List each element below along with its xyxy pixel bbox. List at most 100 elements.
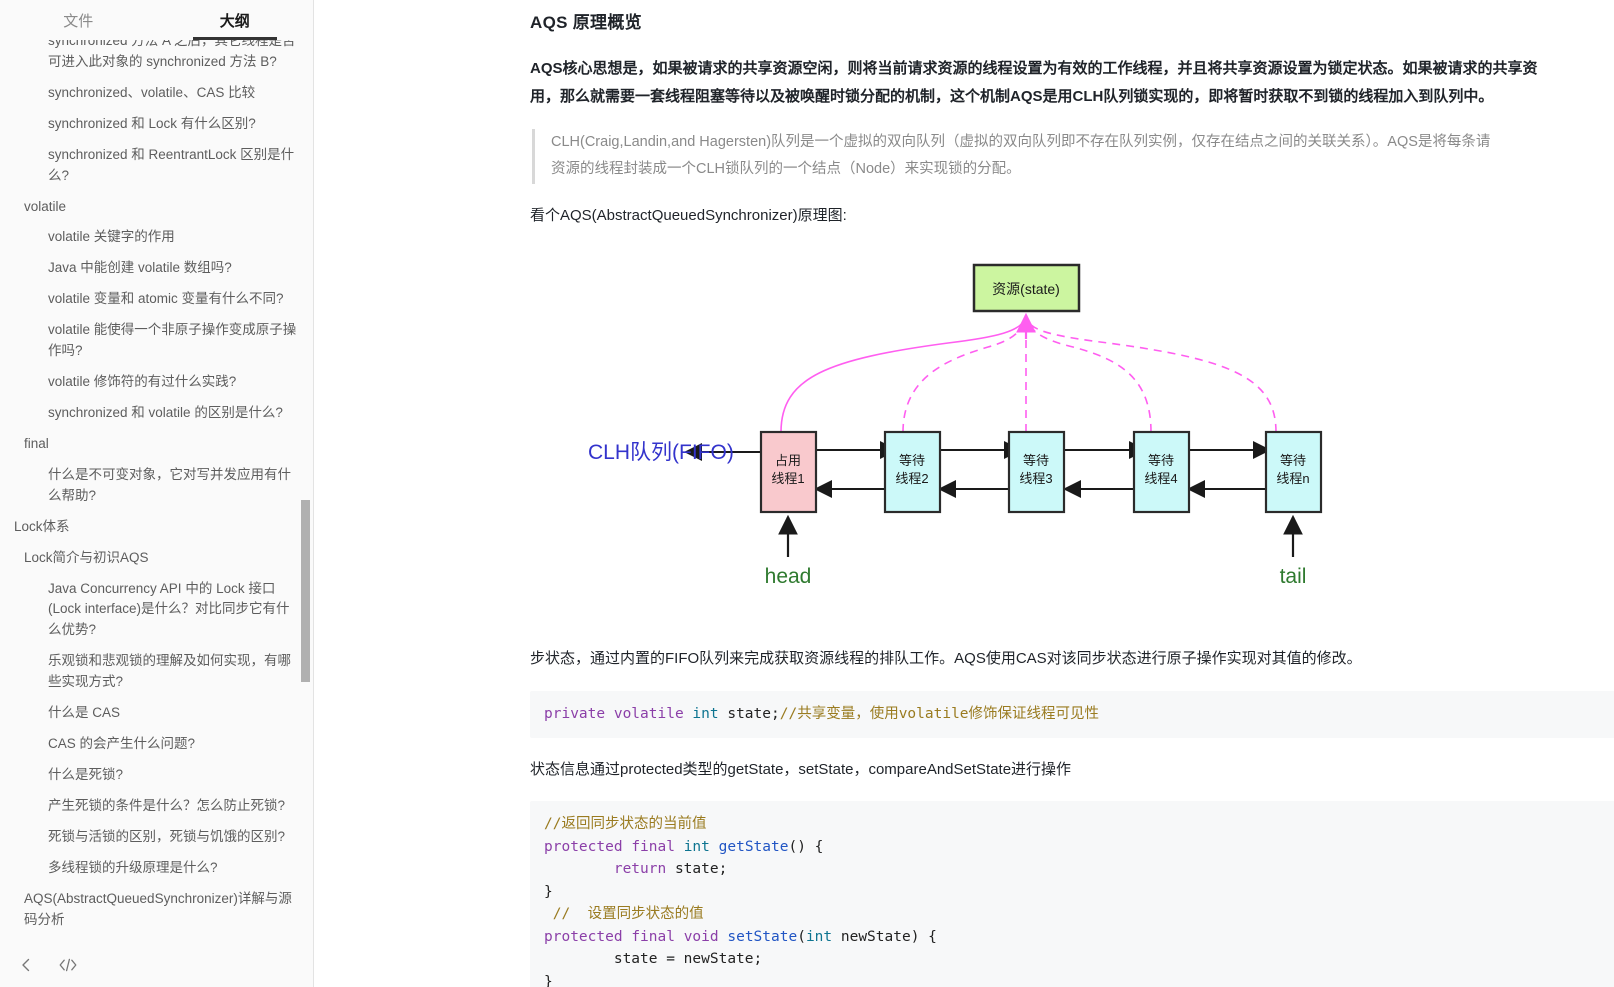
code-token: state = newState; (544, 951, 762, 967)
code-line: state = newState; (544, 948, 1614, 970)
outline-item[interactable]: Java Concurrency API 中的 Lock 接口(Lock int… (14, 574, 299, 647)
outline-item[interactable]: 什么是 CAS (14, 698, 299, 729)
code-token: //返回同步状态的当前值 (544, 816, 706, 832)
document-body: AQS 原理概览 AQS核心思想是，如果被请求的共享资源空闲，则将当前请求资源的… (314, 0, 1614, 987)
outline-item[interactable]: synchronized 方法 A 之后，其它线程是否可进入此对象的 synch… (14, 40, 299, 78)
queue-node-3-line1: 等待 (1023, 453, 1049, 468)
sidebar-tabs: 文件 大纲 (0, 0, 313, 40)
outline-item[interactable]: AQS(AbstractQueuedSynchronizer)详解与源码分析 (14, 884, 299, 936)
code-line: } (544, 971, 1614, 987)
code-line: } (544, 881, 1614, 903)
code-token: void (684, 929, 728, 945)
code-token: int (684, 839, 719, 855)
outline-item[interactable]: 死锁与活锁的区别，死锁与饥饿的区别? (14, 822, 299, 853)
code-token: protected (544, 839, 631, 855)
tab-outline[interactable]: 大纲 (157, 0, 314, 40)
outline-item[interactable]: volatile 关键字的作用 (14, 222, 299, 253)
curve-node4-to-resource (1027, 319, 1151, 432)
page-title: AQS 原理概览 (530, 8, 1614, 33)
outline-item[interactable]: synchronized 和 ReentrantLock 区别是什么? (14, 140, 299, 192)
clh-blockquote: CLH(Craig,Landin,and Hagersten)队列是一个虚拟的双… (532, 129, 1614, 184)
tab-outline-label: 大纲 (220, 10, 250, 31)
tab-files-label: 文件 (63, 10, 93, 31)
queue-node-1-line2: 线程1 (771, 471, 804, 486)
document-reader-window: 文件 大纲 synchronized 方法 A 之后，其它线程是否可进入此对象的… (0, 0, 1614, 987)
aqs-clh-queue-diagram: 资源(state) (528, 247, 1614, 627)
outline-item[interactable]: Java 中能创建 volatile 数组吗? (14, 253, 299, 284)
code-token: ( (797, 929, 806, 945)
outline-sidebar: 文件 大纲 synchronized 方法 A 之后，其它线程是否可进入此对象的… (0, 0, 314, 987)
clh-queue-title: CLH队列(FIFO) (588, 441, 734, 464)
code-token: setState (727, 929, 797, 945)
outline-item[interactable]: 产生死锁的条件是什么？怎么防止死锁? (14, 791, 299, 822)
queue-node-4-line2: 线程4 (1144, 471, 1177, 486)
tab-files[interactable]: 文件 (0, 0, 157, 40)
code-token: final (631, 839, 683, 855)
code-token: () { (788, 839, 823, 855)
outline-item[interactable]: volatile 能使得一个非原子操作变成原子操作吗? (14, 315, 299, 367)
mid-paragraph: 状态信息通过protected类型的getState，setState，comp… (530, 756, 1614, 784)
outline-item[interactable]: 什么是不可变对象，它对写并发应用有什么帮助? (14, 460, 299, 512)
code-line: protected final void setState(int newSta… (544, 926, 1614, 948)
code-token: state; (727, 706, 779, 722)
outline-scroll-area[interactable]: synchronized 方法 A 之后，其它线程是否可进入此对象的 synch… (0, 40, 313, 987)
outline-item[interactable]: volatile (14, 192, 299, 223)
curve-noden-to-resource (1027, 319, 1276, 432)
code-token: newState) { (841, 929, 937, 945)
queue-node-n-line2: 线程n (1276, 471, 1309, 486)
code-token: int (692, 706, 727, 722)
queue-node-3: 等待 线程3 (1009, 432, 1064, 512)
queue-node-2-line1: 等待 (899, 453, 925, 468)
outline-item[interactable]: 多线程锁的升级原理是什么? (14, 853, 299, 884)
code-brackets-icon[interactable] (58, 955, 78, 975)
code-token: volatile (614, 706, 693, 722)
outline-item[interactable]: CAS 的会产生什么问题? (14, 729, 299, 760)
intro-paragraph-line2: 用，那么就需要一套线程阻塞等待以及被唤醒时锁分配的机制，这个机制AQS是用CLH… (530, 83, 1614, 111)
outline-item[interactable]: Lock体系 (14, 512, 299, 543)
code-token: protected (544, 929, 631, 945)
queue-node-1: 占用 线程1 (761, 432, 816, 512)
after-figure-paragraph: 步状态，通过内置的FIFO队列来完成获取资源线程的排队工作。AQS使用CAS对该… (530, 645, 1614, 673)
head-label: head (765, 565, 812, 588)
code-line: protected final int getState() { (544, 836, 1614, 858)
code-block-getstate-setstate[interactable]: //返回同步状态的当前值 protected final int getState… (530, 801, 1614, 987)
sidebar-scrollbar-thumb[interactable] (301, 500, 310, 682)
queue-node-4: 等待 线程4 (1134, 432, 1189, 512)
queue-node-2-line2: 线程2 (895, 471, 928, 486)
document-content[interactable]: AQS 原理概览 AQS核心思想是，如果被请求的共享资源空闲，则将当前请求资源的… (314, 0, 1614, 987)
code-token: } (544, 884, 553, 900)
chevron-left-icon[interactable] (16, 955, 36, 975)
outline-item[interactable]: synchronized、volatile、CAS 比较 (14, 78, 299, 109)
code-token: int (806, 929, 841, 945)
figure-caption: 看个AQS(AbstractQueuedSynchronizer)原理图: (530, 202, 1614, 230)
queue-node-3-line2: 线程3 (1019, 471, 1052, 486)
queue-node-n: 等待 线程n (1266, 432, 1321, 512)
code-line: // 设置同步状态的值 (544, 903, 1614, 925)
outline-item[interactable]: synchronized 和 Lock 有什么区别? (14, 109, 299, 140)
diagram-svg: 资源(state) (528, 247, 1614, 627)
outline-item[interactable]: 乐观锁和悲观锁的理解及如何实现，有哪些实现方式? (14, 646, 299, 698)
tail-label: tail (1280, 565, 1307, 588)
outline-item[interactable]: synchronized 和 volatile 的区别是什么? (14, 398, 299, 429)
resource-box-label: 资源(state) (992, 281, 1060, 297)
curve-node2-to-resource (903, 319, 1025, 432)
clh-blockquote-line1: CLH(Craig,Landin,and Hagersten)队列是一个虚拟的双… (551, 129, 1614, 157)
code-token: //共享变量，使用volatile修饰保证线程可见性 (780, 706, 1099, 722)
queue-node-1-line1: 占用 (775, 453, 801, 468)
queue-node-n-line1: 等待 (1280, 453, 1306, 468)
code-token: state; (675, 861, 727, 877)
code-block-state-field[interactable]: private volatile int state;//共享变量，使用vola… (530, 691, 1614, 737)
curve-node1-to-resource (781, 319, 1025, 432)
outline-item[interactable]: final (14, 429, 299, 460)
outline-item[interactable]: 什么是死锁? (14, 760, 299, 791)
intro-paragraph-line1: AQS核心思想是，如果被请求的共享资源空闲，则将当前请求资源的线程设置为有效的工… (530, 55, 1614, 83)
code-token: // 设置同步状态的值 (544, 906, 704, 922)
code-line: //返回同步状态的当前值 (544, 813, 1614, 835)
outline-item[interactable]: Lock简介与初识AQS (14, 543, 299, 574)
outline-item[interactable]: volatile 变量和 atomic 变量有什么不同? (14, 284, 299, 315)
code-line: return state; (544, 858, 1614, 880)
code-token: private (544, 706, 614, 722)
code-token: final (631, 929, 683, 945)
outline-item[interactable]: volatile 修饰符的有过什么实践? (14, 367, 299, 398)
queue-node-2: 等待 线程2 (885, 432, 940, 512)
